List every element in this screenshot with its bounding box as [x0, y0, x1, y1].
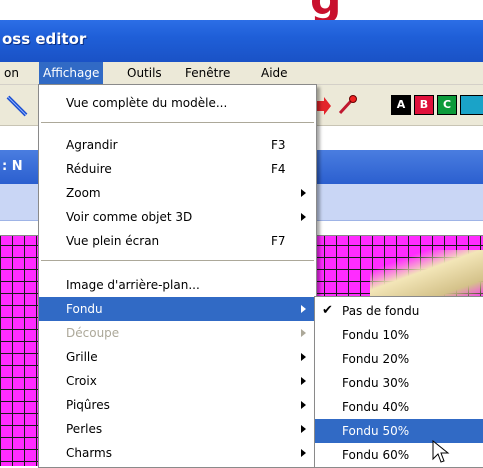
eyedropper-icon[interactable] [336, 93, 358, 117]
submenu-item-fondu-10[interactable]: Fondu 10% [315, 323, 483, 347]
menu-separator [41, 260, 314, 261]
brand-text: g [310, 0, 341, 20]
info-bar-text: : N [2, 159, 23, 174]
submenu-item-fondu-40[interactable]: Fondu 40% [315, 395, 483, 419]
submenu-item-pas-de-fondu[interactable]: ✔ Pas de fondu [315, 299, 483, 323]
menu-item-croix[interactable]: Croix [39, 369, 316, 393]
menu-separator [41, 122, 314, 123]
menu-item-piqures[interactable]: Piqûres [39, 393, 316, 417]
title-bar[interactable]: oss editor [0, 20, 483, 62]
menu-item-charms[interactable]: Charms [39, 441, 316, 465]
menu-item-label: Vue plein écran [66, 234, 160, 248]
menu-item-label: Perles [66, 422, 103, 436]
color-swatch-b[interactable]: B [414, 95, 434, 115]
menu-item-label: Découpe [66, 326, 120, 340]
menu-item-grille[interactable]: Grille [39, 345, 316, 369]
menu-item-label: Agrandir [66, 138, 118, 152]
submenu-arrow-icon [301, 353, 306, 361]
submenu-arrow-icon [301, 401, 306, 409]
submenu-item-label: Fondu 20% [342, 352, 410, 366]
menu-item-shortcut: F4 [271, 162, 286, 176]
submenu-item-label: Fondu 10% [342, 328, 410, 342]
submenu-item-fondu-60[interactable]: Fondu 60% [315, 443, 483, 467]
brand-strip: g [0, 0, 483, 20]
submenu-arrow-icon [301, 425, 306, 433]
submenu-arrow-icon [301, 189, 306, 197]
line-tool-icon[interactable] [6, 95, 30, 117]
menu-bar: on Affichage Outils Fenêtre Aide [0, 62, 483, 85]
menu-fenetre[interactable]: Fenêtre [181, 62, 234, 84]
submenu-item-label: Pas de fondu [342, 304, 420, 318]
color-swatch-a[interactable]: A [391, 95, 411, 115]
menu-item-zoom[interactable]: Zoom [39, 181, 316, 205]
menu-item-decoupe[interactable]: Découpe [39, 321, 316, 345]
menu-item-shortcut: F3 [271, 138, 286, 152]
window-title: oss editor [2, 30, 87, 48]
submenu-item-fondu-30[interactable]: Fondu 30% [315, 371, 483, 395]
menu-item-perles[interactable]: Perles [39, 417, 316, 441]
submenu-item-label: Fondu 50% [342, 424, 410, 438]
menu-item-label: Fondu [66, 302, 103, 316]
menu-item-shortcut: F7 [271, 234, 286, 248]
color-swatch-d[interactable] [460, 95, 483, 115]
submenu-item-label: Fondu 30% [342, 376, 410, 390]
menu-item-label: Vue complète du modèle... [66, 96, 228, 110]
menu-item-fondu[interactable]: Fondu [39, 297, 316, 321]
submenu-arrow-icon [301, 449, 306, 457]
menu-item-reduire[interactable]: Réduire F4 [39, 157, 316, 181]
submenu-arrow-icon [301, 213, 306, 221]
submenu-item-label: Fondu 40% [342, 400, 410, 414]
submenu-item-fondu-20[interactable]: Fondu 20% [315, 347, 483, 371]
color-swatch-c[interactable]: C [437, 95, 457, 115]
menu-item-label: Image d'arrière-plan... [66, 278, 200, 292]
menu-item-image-arriere-plan[interactable]: Image d'arrière-plan... [39, 273, 316, 297]
submenu-item-fondu-50[interactable]: Fondu 50% [315, 419, 483, 443]
menu-item-label: Grille [66, 350, 98, 364]
submenu-arrow-icon [301, 329, 306, 337]
menu-item-plein-ecran[interactable]: Vue plein écran F7 [39, 229, 316, 253]
submenu-item-label: Fondu 60% [342, 448, 410, 462]
mouse-cursor-icon [432, 440, 450, 463]
menu-item-label: Réduire [66, 162, 112, 176]
menu-item-label: Croix [66, 374, 97, 388]
affichage-dropdown-menu: Vue complète du modèle... Agrandir F3 Ré… [38, 84, 317, 468]
menu-item-label: Voir comme objet 3D [66, 210, 193, 224]
menu-item-label: Piqûres [66, 398, 110, 412]
fondu-submenu: ✔ Pas de fondu Fondu 10% Fondu 20% Fondu… [314, 296, 483, 468]
menu-item-vue-complete[interactable]: Vue complète du modèle... [39, 91, 316, 115]
menu-item-voir-3d[interactable]: Voir comme objet 3D [39, 205, 316, 229]
submenu-arrow-icon [301, 305, 306, 313]
menu-item-agrandir[interactable]: Agrandir F3 [39, 133, 316, 157]
menu-edition[interactable]: on [0, 62, 23, 84]
checkmark-icon: ✔ [322, 303, 333, 318]
menu-aide[interactable]: Aide [257, 62, 292, 84]
submenu-arrow-icon [301, 377, 306, 385]
menu-item-label: Zoom [66, 186, 101, 200]
menu-item-label: Charms [66, 446, 113, 460]
menu-affichage[interactable]: Affichage [39, 62, 104, 84]
menu-outils[interactable]: Outils [123, 62, 166, 84]
